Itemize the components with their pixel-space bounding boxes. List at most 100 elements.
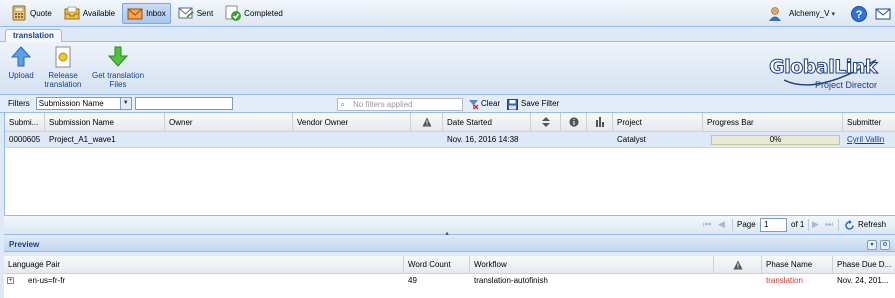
search-icon: ⌕ <box>340 99 346 109</box>
preview-grid-header: Language Pair Word Count Workflow Phase … <box>4 256 895 274</box>
user-name: Alchemy_V <box>789 9 830 18</box>
collapse-arrow-icon: ▲ <box>444 231 450 237</box>
svg-text:?: ? <box>856 9 863 21</box>
column-submission-id[interactable]: Submi... <box>5 113 45 132</box>
pager-separator <box>838 219 839 231</box>
first-page-icon[interactable]: ⏮ <box>703 219 711 230</box>
tab-strip: translation <box>0 27 895 42</box>
chevron-down-icon: ▾ <box>831 11 835 18</box>
refresh-icon <box>845 220 854 230</box>
column-language-pair[interactable]: Language Pair <box>4 256 404 274</box>
release-translation-button[interactable]: Release translation <box>40 46 86 89</box>
cell-phase-due-date: Nov. 24, 201... <box>837 276 889 285</box>
column-project[interactable]: Project <box>613 113 703 132</box>
bar-chart-icon <box>595 117 604 127</box>
refresh-label: Refresh <box>858 220 887 229</box>
warning-icon <box>733 260 742 270</box>
next-page-icon[interactable]: ▶ <box>812 219 819 230</box>
clear-filter-icon <box>469 100 479 110</box>
column-workflow[interactable]: Workflow <box>470 256 714 274</box>
cell-submission-id: 0000605 <box>9 135 41 144</box>
filter-value-input[interactable] <box>134 97 233 110</box>
upload-button[interactable]: Upload <box>6 46 36 80</box>
column-info[interactable] <box>561 113 587 132</box>
calculator-icon <box>11 5 27 21</box>
panel-settings-icon[interactable]: ⚙ <box>880 240 890 250</box>
page-count-label: of 1 <box>791 220 805 229</box>
upload-label: Upload <box>8 71 34 80</box>
page-number-input[interactable]: 1 <box>760 218 787 232</box>
column-phase-name[interactable]: Phase Name <box>762 256 833 274</box>
column-submitter[interactable]: Submitter <box>843 113 895 132</box>
refresh-button[interactable]: Refresh <box>844 220 887 230</box>
column-progress-bar[interactable]: Progress Bar <box>703 113 843 132</box>
expand-icon[interactable]: + <box>7 277 14 284</box>
available-button[interactable]: Available <box>59 3 120 24</box>
quote-button[interactable]: Quote <box>6 3 57 24</box>
completed-button[interactable]: Completed <box>220 3 288 24</box>
column-owner[interactable]: Owner <box>165 113 293 132</box>
inbox-button[interactable]: Inbox <box>122 2 171 24</box>
logo-subtitle: Project Director <box>814 80 877 90</box>
submitter-link[interactable]: Cyril Vallin <box>843 132 895 148</box>
help-icon[interactable]: ? <box>851 5 867 22</box>
get-files-label-2: Files <box>109 80 127 89</box>
cell-language-pair: en-us=fr-fr <box>28 276 66 285</box>
page-label: Page <box>737 220 756 229</box>
mail-icon[interactable] <box>875 6 891 22</box>
save-filter-button[interactable]: Save Filter <box>507 98 559 110</box>
cell-project: Catalyst <box>617 135 646 144</box>
envelope-open-icon <box>127 5 143 21</box>
cell-phase-name: translation <box>766 276 803 285</box>
preview-row[interactable]: + en-us=fr-fr 49 translation-autofinish … <box>4 274 895 288</box>
cell-submission-name: Project_A1_wave1 <box>49 135 116 144</box>
get-translation-files-button[interactable]: Get translation Files <box>90 46 146 89</box>
globallink-logo: GlobalLink Project Director <box>756 56 881 92</box>
filter-field-value: Submission Name <box>38 99 104 108</box>
sent-mail-icon <box>178 5 194 21</box>
user-icon <box>767 6 783 22</box>
column-vendor-owner[interactable]: Vendor Owner <box>293 113 411 132</box>
release-label-1: Release <box>48 71 78 80</box>
progress-label: 0% <box>769 135 782 144</box>
column-word-count[interactable]: Word Count <box>404 256 470 274</box>
filter-field-select[interactable]: Submission Name ▼ <box>35 97 132 110</box>
cell-workflow: translation-autofinish <box>474 276 548 285</box>
clear-label: Clear <box>481 99 501 108</box>
column-date-started[interactable]: Date Started <box>443 113 531 132</box>
table-row[interactable]: 0000605 Project_A1_wave1 Nov. 16, 2016 1… <box>5 132 895 148</box>
grid-header: Submi... Submission Name Owner Vendor Ow… <box>5 113 895 132</box>
prev-page-icon[interactable]: ◀ <box>718 219 725 230</box>
pager-separator <box>732 219 733 231</box>
tab-translation[interactable]: translation <box>5 29 62 42</box>
column-warning[interactable] <box>411 113 443 132</box>
column-preview-warning[interactable] <box>714 256 762 274</box>
user-area: Alchemy_V ▾ ? <box>767 0 895 27</box>
completed-check-icon <box>225 5 242 21</box>
save-filter-label: Save Filter <box>521 99 560 108</box>
column-stats[interactable] <box>587 113 613 132</box>
floppy-disk-icon <box>507 99 518 110</box>
applied-filters-field[interactable]: ⌕ No filters applied <box>337 98 463 111</box>
last-page-icon[interactable]: ⏭ <box>825 219 833 230</box>
completed-label: Completed <box>244 8 283 18</box>
get-files-label-1: Get translation <box>91 71 145 80</box>
cell-date-started: Nov. 16, 2016 14:38 <box>447 135 519 144</box>
column-submission-name[interactable]: Submission Name <box>45 113 165 132</box>
sent-button[interactable]: Sent <box>173 3 218 24</box>
progress-bar: 0% <box>711 135 840 145</box>
column-sort[interactable] <box>531 113 561 132</box>
cell-word-count: 49 <box>408 276 417 285</box>
inbox-label: Inbox <box>146 8 166 18</box>
applied-filters-text: No filters applied <box>353 100 413 109</box>
column-phase-due-date[interactable]: Phase Due D... <box>833 256 895 274</box>
sent-label: Sent <box>196 8 214 18</box>
sort-arrows-icon <box>541 117 550 127</box>
preview-panel-header: Preview ▾ ⚙ <box>4 238 895 252</box>
upload-arrow-icon <box>10 46 32 67</box>
warning-icon <box>422 117 431 127</box>
clear-filter-button[interactable]: Clear <box>468 98 500 110</box>
submissions-grid: Submi... Submission Name Owner Vendor Ow… <box>4 113 895 215</box>
collapse-panel-icon[interactable]: ▾ <box>867 240 877 250</box>
user-menu[interactable]: Alchemy_V ▾ <box>789 9 835 18</box>
